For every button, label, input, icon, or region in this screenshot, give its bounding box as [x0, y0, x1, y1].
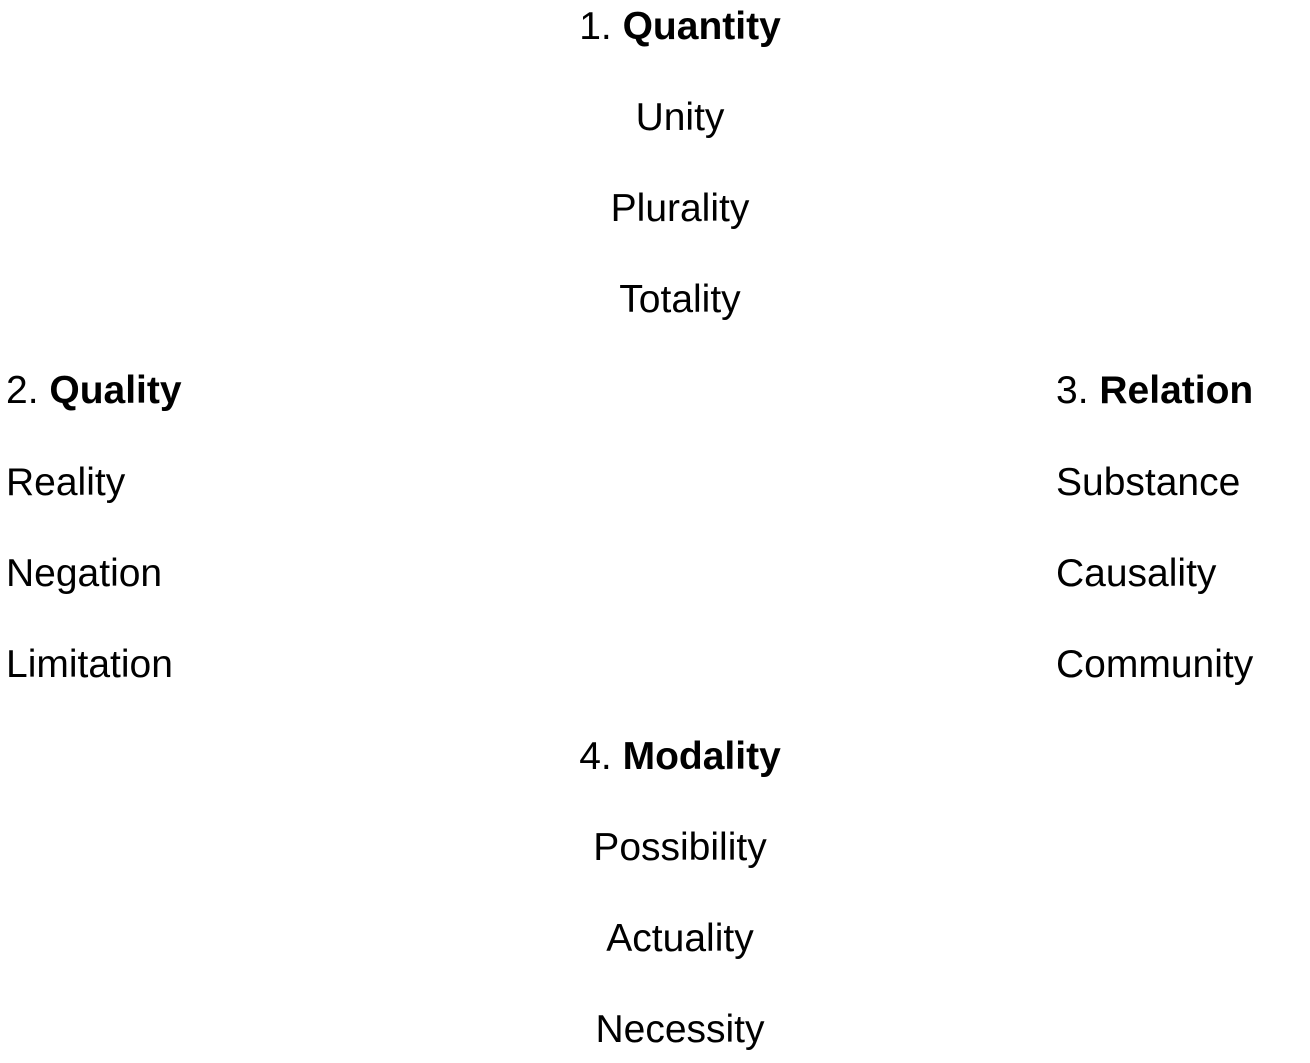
group-number: 1.	[579, 5, 612, 48]
group-title: Quality	[49, 369, 182, 412]
group-heading: 1. Quantity	[579, 4, 781, 50]
category-item: Substance	[1056, 461, 1241, 504]
group-title: Relation	[1099, 369, 1254, 412]
category-item: Totality	[619, 278, 741, 321]
group-heading: 4. Modality	[579, 734, 781, 780]
category-item: Plurality	[610, 187, 750, 230]
group-heading: 2. Quality	[6, 368, 182, 414]
category-item: Actuality	[606, 917, 754, 960]
category-item: Community	[1056, 643, 1254, 686]
category-item: Possibility	[593, 826, 767, 869]
group-number: 3.	[1056, 369, 1089, 412]
category-item: Reality	[6, 461, 126, 504]
category-item: Causality	[1056, 552, 1217, 595]
group-number: 4.	[579, 735, 612, 778]
group-title: Quantity	[622, 5, 781, 48]
category-item: Unity	[635, 96, 725, 139]
group-heading: 3. Relation	[1056, 368, 1253, 414]
category-item: Limitation	[6, 643, 173, 686]
group-title: Modality	[622, 735, 781, 778]
group-number: 2.	[6, 369, 39, 412]
category-item: Negation	[6, 552, 163, 595]
category-item: Necessity	[595, 1008, 765, 1051]
